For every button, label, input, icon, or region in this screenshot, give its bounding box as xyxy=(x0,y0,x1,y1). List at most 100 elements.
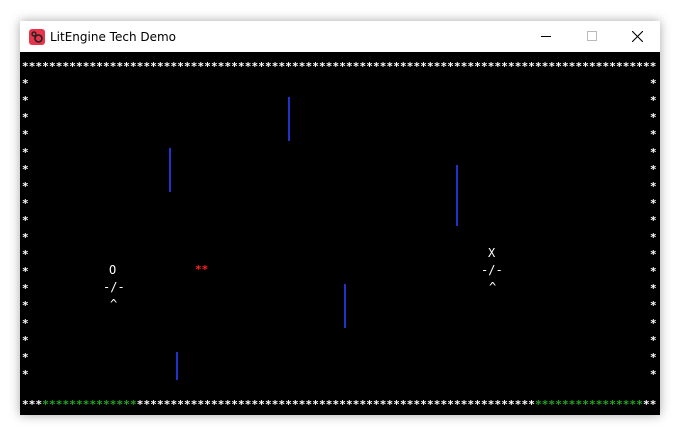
border-top-star: * xyxy=(238,60,245,73)
border-bottom-star: * xyxy=(481,398,488,411)
border-bottom-star: * xyxy=(521,398,529,411)
border-left-star: * xyxy=(22,162,29,176)
obstacle xyxy=(344,284,346,328)
border-top-star: * xyxy=(467,60,475,73)
goal-zone-star: * xyxy=(103,398,110,411)
goal-zone-star: * xyxy=(568,398,576,411)
title-bar[interactable]: LitEngine Tech Demo xyxy=(20,21,660,52)
border-top-star: * xyxy=(197,60,205,73)
border-bottom-star: * xyxy=(454,398,461,411)
border-top-star: * xyxy=(49,60,56,73)
ball: ** xyxy=(195,263,209,276)
border-top-star: * xyxy=(447,60,454,73)
border-top-star: * xyxy=(258,60,265,73)
goal-zone-star: * xyxy=(109,398,117,411)
maximize-button[interactable] xyxy=(569,21,615,52)
border-top-star: * xyxy=(568,60,576,73)
border-bottom-star: * xyxy=(494,398,502,411)
border-top-star: * xyxy=(487,60,495,73)
border-top-star: * xyxy=(305,60,313,73)
maximize-icon xyxy=(587,31,597,41)
border-right-star: * xyxy=(650,282,657,296)
border-left-star: * xyxy=(22,111,29,125)
minimize-button[interactable] xyxy=(523,21,569,52)
border-top-star: * xyxy=(130,60,137,73)
goal-zone-star: * xyxy=(562,398,569,411)
goal-zone-star: * xyxy=(622,398,630,411)
border-left-star: * xyxy=(22,299,29,313)
app-window: LitEngine Tech Demo O -/- ^ X -/- ^ ** *… xyxy=(20,21,660,415)
border-right-star: * xyxy=(650,196,657,210)
close-icon xyxy=(632,31,643,42)
border-top-star: * xyxy=(514,60,522,73)
border-bottom-star: * xyxy=(346,398,353,411)
close-button[interactable] xyxy=(614,21,660,52)
border-top-star: * xyxy=(582,60,589,73)
border-left-star: * xyxy=(22,248,29,262)
border-right-star: * xyxy=(650,213,657,227)
border-right-star: * xyxy=(650,316,657,330)
border-top-star: * xyxy=(413,60,421,73)
border-top-star: * xyxy=(96,60,103,73)
border-top-star: * xyxy=(548,60,556,73)
border-left-star: * xyxy=(22,316,29,330)
border-top-star: * xyxy=(420,60,427,73)
border-top-star: * xyxy=(555,60,562,73)
border-top-star: * xyxy=(427,60,434,73)
border-top-star: * xyxy=(76,60,83,73)
goal-zone-star: * xyxy=(89,398,97,411)
border-top-star: * xyxy=(292,60,299,73)
goal-zone-star: * xyxy=(555,398,562,411)
border-top-star: * xyxy=(406,60,414,73)
border-top-star: * xyxy=(177,60,184,73)
border-bottom-star: * xyxy=(22,398,29,411)
border-top-star: * xyxy=(271,60,279,73)
border-top-star: * xyxy=(352,60,360,73)
border-bottom-star: * xyxy=(150,398,157,411)
border-top-star: * xyxy=(204,60,211,73)
border-top-star: * xyxy=(386,60,394,73)
border-top-star: * xyxy=(575,60,583,73)
border-bottom-star: * xyxy=(244,398,252,411)
border-bottom-star: * xyxy=(366,398,373,411)
border-top-star: * xyxy=(82,60,90,73)
border-bottom-star: * xyxy=(508,398,515,411)
goal-zone-star: * xyxy=(575,398,583,411)
border-top-star: * xyxy=(89,60,97,73)
border-right-star: * xyxy=(650,231,657,244)
border-top-star: * xyxy=(649,60,657,73)
border-bottom-star: * xyxy=(211,398,218,411)
player-left-body: -/- xyxy=(103,280,125,294)
window-title: LitEngine Tech Demo xyxy=(50,30,177,44)
border-top-star: * xyxy=(379,60,387,73)
border-bottom-star: * xyxy=(359,398,367,411)
border-bottom-star: * xyxy=(28,398,36,411)
border-right-star: * xyxy=(650,94,657,108)
border-top-star: * xyxy=(163,60,171,73)
border-bottom-star: * xyxy=(393,398,400,411)
border-top-star: * xyxy=(616,60,623,73)
border-top-star: * xyxy=(433,60,441,73)
border-left-star: * xyxy=(22,128,29,142)
border-bottom-star: * xyxy=(197,398,205,411)
border-left-star: * xyxy=(22,367,29,381)
goal-zone-star: * xyxy=(42,398,49,411)
goal-zone-star: * xyxy=(582,398,589,411)
border-top-star: * xyxy=(184,60,191,73)
border-top-star: * xyxy=(285,60,292,73)
goal-zone-star: * xyxy=(548,398,556,411)
border-top-star: * xyxy=(595,60,603,73)
goal-zone-star: * xyxy=(595,398,603,411)
border-left-star: * xyxy=(22,350,29,364)
goal-zone-star: * xyxy=(96,398,103,411)
goal-zone-star: * xyxy=(123,398,130,411)
border-top-star: * xyxy=(366,60,373,73)
border-right-star: * xyxy=(650,265,657,279)
border-top-star: * xyxy=(528,60,535,73)
player-left-head: O xyxy=(109,263,117,277)
border-right-star: * xyxy=(650,367,657,381)
border-bottom-star: * xyxy=(447,398,454,411)
border-top-star: * xyxy=(319,60,326,73)
border-right-star: * xyxy=(650,128,657,142)
border-bottom-star: * xyxy=(305,398,313,411)
